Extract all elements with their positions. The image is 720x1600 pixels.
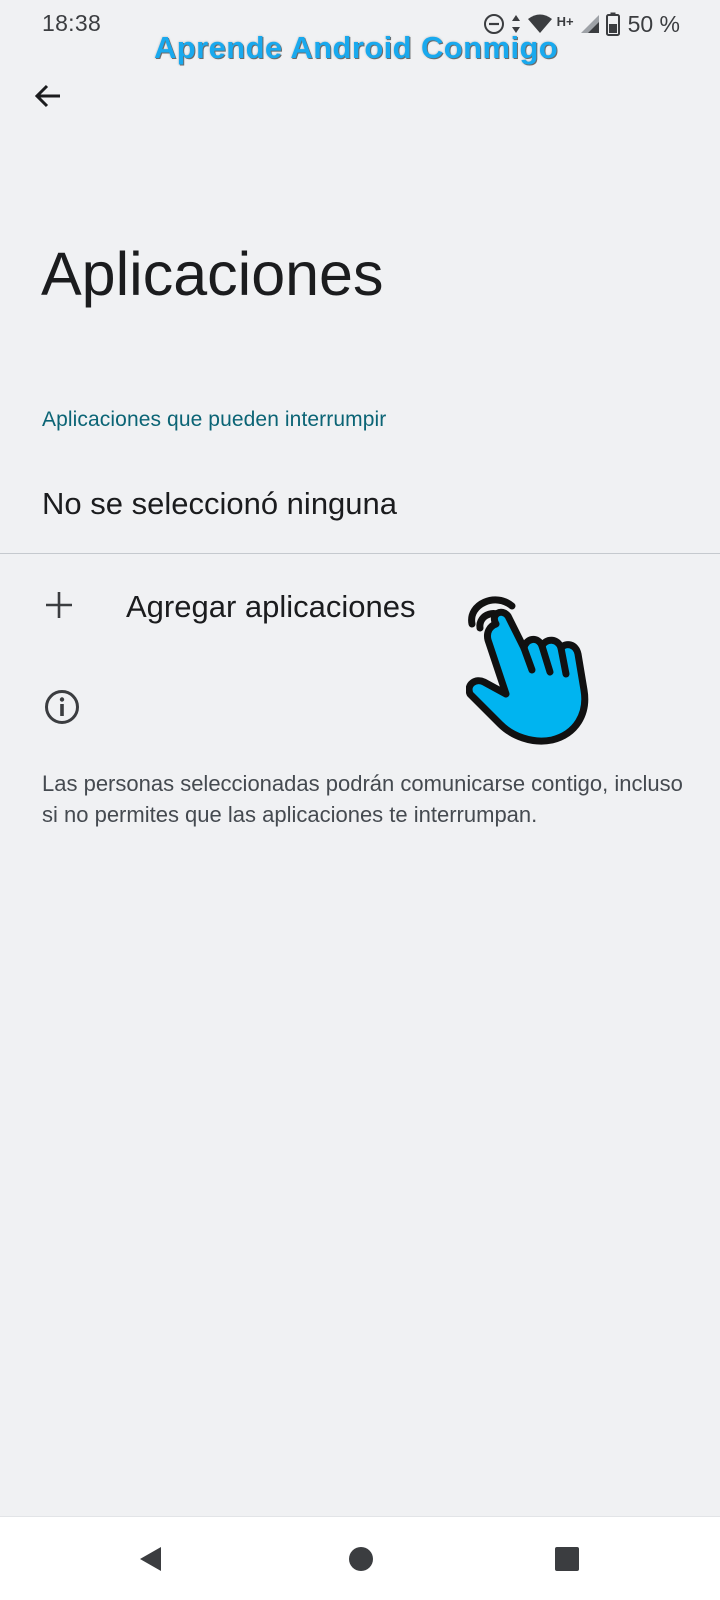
nav-recents-button[interactable] [545,1537,589,1581]
tap-hand-pointer-icon [466,596,589,745]
arrow-back-icon [34,84,60,108]
add-apps-label: Agregar aplicaciones [126,589,416,624]
network-type: H+ [556,13,574,29]
nav-home-button[interactable] [339,1537,383,1581]
nav-back-icon [140,1547,161,1571]
plus-icon [44,590,74,625]
watermark-text: Aprende Android Conmigo [154,30,559,65]
selected-apps-value[interactable]: No se seleccionó ninguna [42,486,397,522]
info-text: Las personas seleccionadas podrán comuni… [42,771,683,827]
info-icon [44,689,80,730]
battery-percentage: 50 % [627,10,680,37]
page-title: Aplicaciones [41,240,384,308]
divider [0,553,720,554]
back-button[interactable] [24,72,72,120]
nav-recents-icon [555,1547,579,1571]
battery-icon [605,12,620,36]
signal-icon [580,14,600,34]
add-apps-button[interactable]: Agregar aplicaciones [0,560,720,652]
navigation-bar [0,1516,720,1600]
section-header: Aplicaciones que pueden interrumpir [42,408,387,431]
nav-back-button[interactable] [129,1537,173,1581]
nav-home-icon [349,1547,373,1571]
status-time: 18:38 [42,10,102,36]
